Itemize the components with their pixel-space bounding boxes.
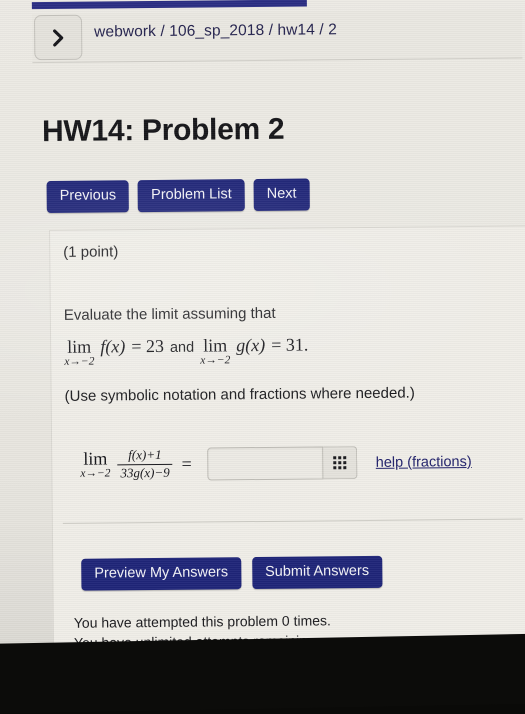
fraction-numerator: f(x)+1 bbox=[125, 448, 164, 464]
preview-my-answers-button[interactable]: Preview My Answers bbox=[81, 557, 241, 590]
limit-lim-text: lim bbox=[83, 450, 107, 468]
problem-list-button[interactable]: Problem List bbox=[138, 179, 245, 212]
equals-sign: = bbox=[180, 454, 194, 475]
app-top-bar bbox=[32, 0, 307, 9]
breadcrumb: webwork / 106_sp_2018 / hw14 / 2 bbox=[32, 9, 522, 63]
f-limit-value: = 23 bbox=[131, 336, 164, 357]
previous-button[interactable]: Previous bbox=[47, 180, 130, 212]
submit-answers-button[interactable]: Submit Answers bbox=[252, 556, 382, 589]
breadcrumb-path[interactable]: webwork / 106_sp_2018 / hw14 / 2 bbox=[94, 21, 337, 41]
limit-operator-g: lim x→−2 bbox=[200, 336, 230, 367]
limit-subscript: x→−2 bbox=[80, 469, 110, 481]
g-limit-value: = 31. bbox=[271, 335, 308, 356]
problem-panel: (1 point) Evaluate the limit assuming th… bbox=[49, 225, 525, 650]
function-g: g(x) bbox=[236, 335, 265, 356]
limit-operator-expression: lim x→−2 bbox=[80, 450, 110, 481]
fraction-denominator: 33g(x)−9 bbox=[117, 464, 172, 481]
webwork-page: webwork / 106_sp_2018 / hw14 / 2 HW14: P… bbox=[0, 0, 525, 662]
fraction: f(x)+1 33g(x)−9 bbox=[117, 448, 173, 481]
photographed-screen: webwork / 106_sp_2018 / hw14 / 2 HW14: P… bbox=[0, 0, 525, 700]
answer-row: lim x→−2 f(x)+1 33g(x)−9 = bbox=[80, 445, 472, 482]
next-button[interactable]: Next bbox=[254, 179, 310, 211]
point-value: (1 point) bbox=[63, 243, 118, 261]
section-divider bbox=[63, 518, 523, 523]
and-connector: and bbox=[170, 340, 194, 356]
help-fractions-link[interactable]: help (fractions) bbox=[376, 453, 472, 470]
answer-input-wrapper[interactable] bbox=[208, 446, 324, 480]
answer-input[interactable] bbox=[209, 447, 323, 479]
limit-expression: lim x→−2 f(x)+1 33g(x)−9 = bbox=[80, 448, 194, 481]
problem-prompt: Evaluate the limit assuming that bbox=[64, 305, 276, 324]
given-limits: lim x→−2 f(x) = 23 and lim x→−2 g(x) = 3… bbox=[64, 335, 309, 369]
notation-note: (Use symbolic notation and fractions whe… bbox=[65, 385, 415, 405]
keypad-dots bbox=[334, 456, 347, 469]
limit-subscript: x→−2 bbox=[64, 357, 94, 369]
monitor-bezel bbox=[0, 633, 525, 714]
attempts-line-1: You have attempted this problem 0 times. bbox=[74, 610, 331, 633]
limit-lim-text: lim bbox=[67, 338, 91, 356]
page-title: HW14: Problem 2 bbox=[42, 113, 285, 149]
submit-buttons: Preview My Answers Submit Answers bbox=[81, 556, 382, 590]
chevron-right-icon[interactable] bbox=[34, 15, 82, 60]
problem-nav-buttons: Previous Problem List Next bbox=[47, 179, 310, 213]
grid-keypad-icon[interactable] bbox=[324, 446, 358, 479]
limit-operator-f: lim x→−2 bbox=[64, 338, 94, 369]
limit-subscript: x→−2 bbox=[200, 355, 230, 367]
limit-lim-text: lim bbox=[203, 336, 227, 354]
function-f: f(x) bbox=[100, 336, 125, 357]
